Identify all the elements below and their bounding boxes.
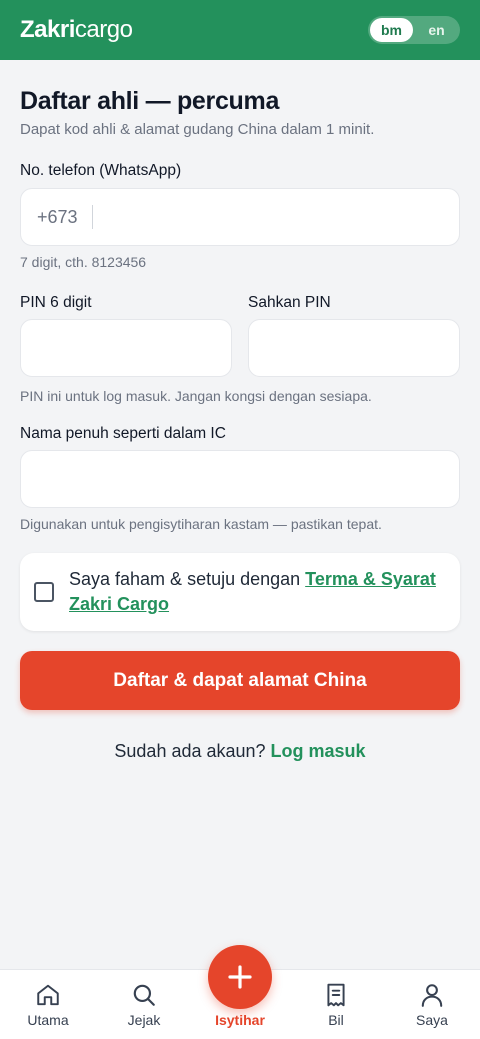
phone-hint: 7 digit, cth. 8123456	[20, 254, 147, 270]
user-icon	[421, 984, 443, 1007]
nav-item-bil[interactable]: Bil	[288, 970, 384, 1039]
pin-confirm-input[interactable]	[248, 319, 460, 377]
pin-hint: PIN ini untuk log masuk. Jangan kongsi d…	[20, 388, 372, 404]
nav-item-jejak[interactable]: Jejak	[96, 970, 192, 1039]
nav-label-bil: Bil	[328, 1012, 344, 1028]
search-icon	[133, 984, 155, 1006]
declare-fab-button[interactable]	[208, 945, 272, 1009]
name-label: Nama penuh seperti dalam IC	[20, 425, 226, 442]
full-name-input[interactable]	[20, 450, 460, 508]
login-link[interactable]: Log masuk	[271, 741, 366, 761]
pin-column: PIN 6 digit	[20, 294, 232, 377]
phone-label: No. telefon (WhatsApp)	[20, 162, 460, 180]
name-hint: Digunakan untuk pengisytiharan kastam — …	[20, 516, 382, 532]
app-logo[interactable]: Zakricargo	[20, 16, 133, 44]
plus-icon	[228, 965, 252, 989]
pin-confirm-column: Sahkan PIN	[248, 294, 460, 377]
language-toggle: bm en	[368, 16, 460, 44]
terms-checkbox[interactable]	[34, 582, 54, 602]
registration-form: Daftar ahli — percuma Dapat kod ahli & a…	[20, 60, 460, 762]
phone-label-text: No. telefon (WhatsApp)	[20, 162, 182, 179]
pin-confirm-label: Sahkan PIN	[248, 294, 331, 311]
login-prompt-text: Sudah ada akaun?	[114, 741, 271, 761]
pin-label: PIN 6 digit	[20, 294, 92, 311]
terms-text: Saya faham & setuju dengan Terma & Syara…	[69, 567, 444, 617]
nav-item-saya[interactable]: Saya	[384, 970, 480, 1039]
pin-input[interactable]	[20, 319, 232, 377]
page-subtitle: Dapat kod ahli & alamat gudang China dal…	[20, 121, 375, 138]
home-icon	[37, 984, 59, 1006]
register-button[interactable]: Daftar & dapat alamat China	[20, 651, 460, 710]
pin-row: PIN 6 digit Sahkan PIN	[20, 294, 460, 377]
logo-bold-text: Zakri	[20, 16, 75, 43]
logo-light-text: cargo	[74, 16, 133, 43]
receipt-icon	[327, 983, 345, 1007]
nav-label-utama: Utama	[27, 1012, 69, 1028]
login-prompt: Sudah ada akaun? Log masuk	[20, 741, 460, 762]
app-header: Zakricargo bm en	[0, 0, 480, 60]
phone-field: +673	[20, 188, 460, 246]
phone-input[interactable]	[92, 189, 459, 245]
nav-label-saya: Saya	[416, 1012, 448, 1028]
nav-item-utama[interactable]: Utama	[0, 970, 96, 1039]
nav-label-jejak: Jejak	[127, 1012, 161, 1028]
lang-option-bm[interactable]: bm	[370, 18, 413, 42]
terms-card: Saya faham & setuju dengan Terma & Syara…	[20, 553, 460, 631]
terms-statement: Saya faham & setuju dengan	[69, 569, 306, 589]
page-title: Daftar ahli — percuma	[20, 87, 280, 115]
country-code-prefix: +673	[37, 205, 93, 229]
nav-label-isytihar: Isytihar	[215, 1012, 265, 1028]
lang-option-en[interactable]: en	[415, 18, 458, 42]
